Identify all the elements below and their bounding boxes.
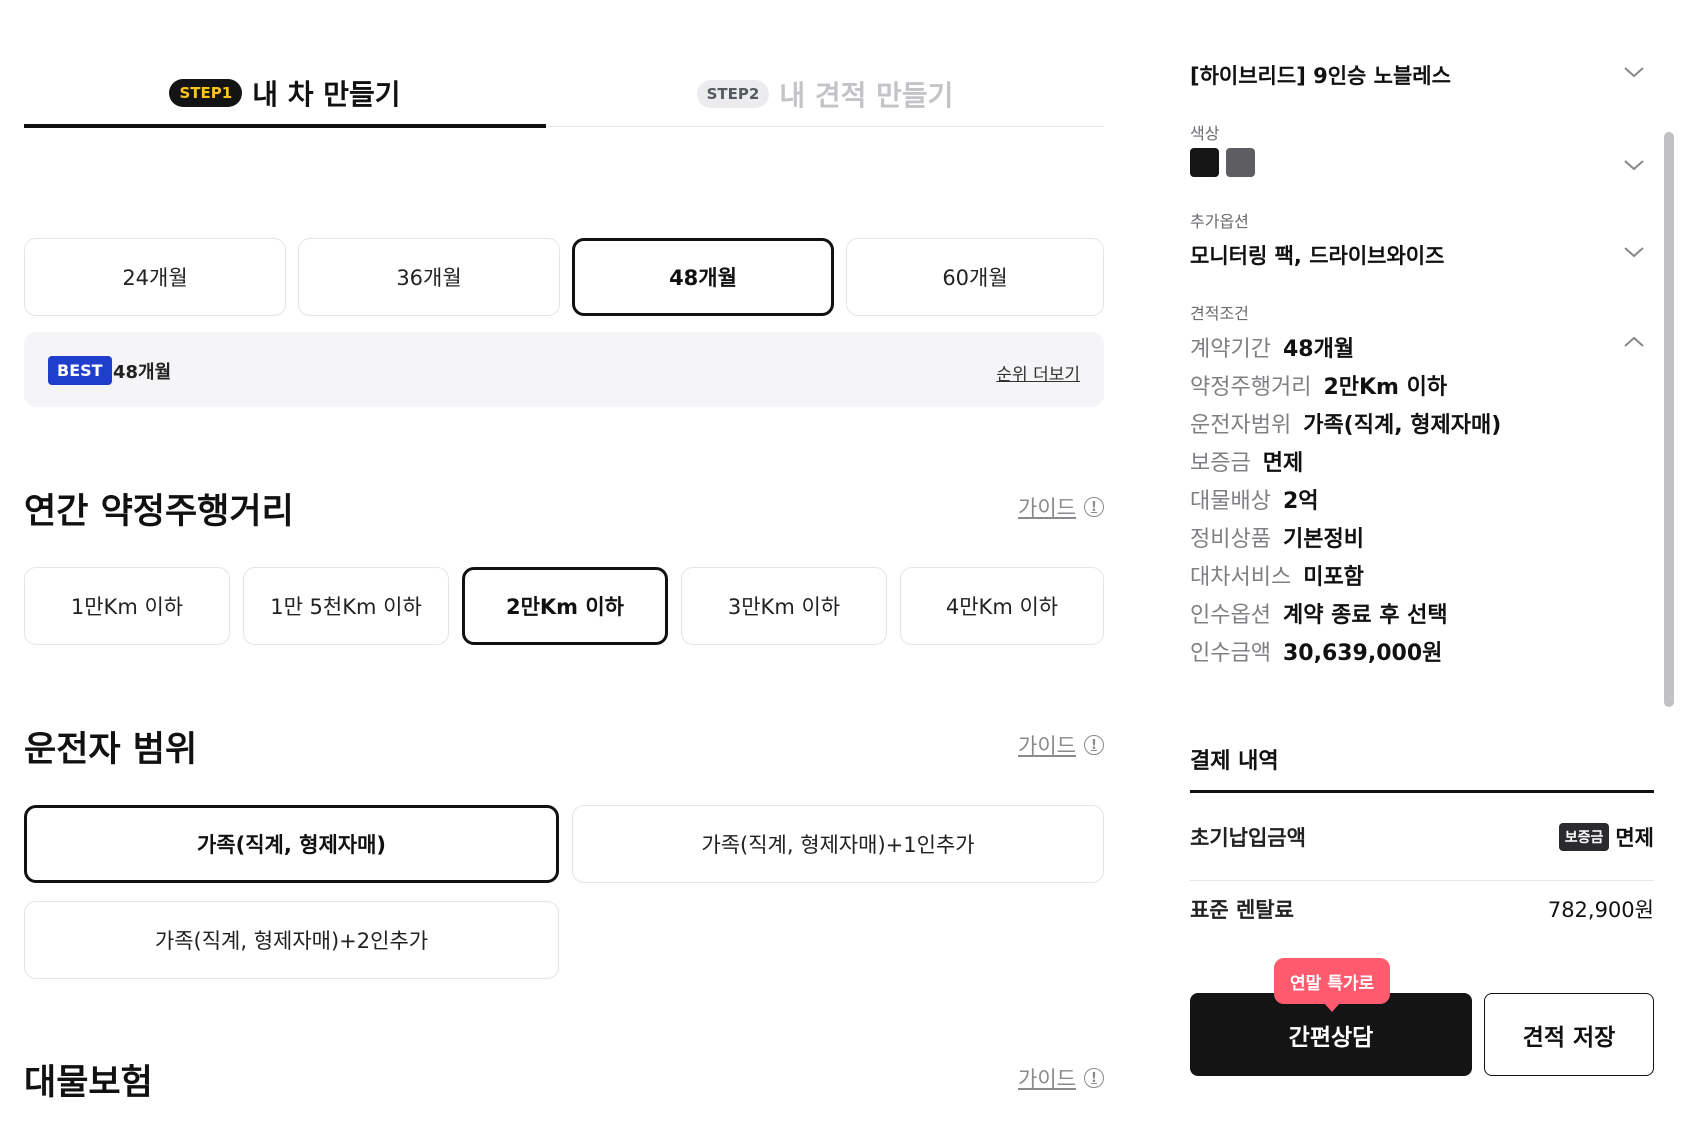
condition-row: 대물배상 2억: [1190, 489, 1319, 514]
condition-row: 정비상품 기본정비: [1190, 527, 1364, 552]
color-label: 색상: [1190, 124, 1220, 143]
chevron-down-icon[interactable]: [1622, 240, 1646, 264]
driver-range-title: 운전자 범위: [24, 730, 198, 770]
rental-fee-row: 표준 렌탈료 782,900원: [1190, 894, 1654, 924]
mileage-guide-label: 가이드: [1018, 496, 1076, 520]
mileage-option-40k[interactable]: 4만Km 이하: [900, 567, 1104, 645]
mileage-option-20k[interactable]: 2만Km 이하: [462, 567, 668, 645]
chevron-down-icon[interactable]: [1622, 60, 1646, 84]
info-icon: !: [1084, 497, 1104, 517]
deposit-badge: 보증금: [1558, 823, 1610, 851]
step-tabs: STEP1 내 차 만들기 STEP2 내 견적 만들기: [24, 62, 1104, 128]
option-value: 모니터링 팩, 드라이브와이즈: [1190, 244, 1445, 268]
rental-fee-value: 782,900원: [1547, 898, 1654, 922]
driver-option-family-plus1[interactable]: 가족(직계, 형제자매)+1인추가: [572, 805, 1104, 883]
condition-row: 인수옵션 계약 종료 후 선택: [1190, 603, 1448, 628]
save-quote-button[interactable]: 견적 저장: [1484, 993, 1654, 1076]
condition-row: 보증금 면제: [1190, 451, 1304, 476]
conditions-label: 견적조건: [1190, 304, 1249, 323]
property-insurance-title: 대물보험: [24, 1063, 153, 1103]
step2-badge: STEP2: [696, 80, 770, 108]
chevron-up-icon[interactable]: [1622, 330, 1646, 354]
period-option-60[interactable]: 60개월: [846, 238, 1104, 316]
info-icon: !: [1084, 1068, 1104, 1088]
driver-option-family-plus2[interactable]: 가족(직계, 형제자매)+2인추가: [24, 901, 559, 979]
trim-value: [하이브리드] 9인승 노블레스: [1190, 64, 1451, 88]
mileage-guide-link[interactable]: 가이드 !: [1018, 492, 1104, 522]
condition-row: 약정주행거리 2만Km 이하: [1190, 375, 1448, 400]
step1-title: 내 차 만들기: [252, 78, 401, 111]
initial-payment-label: 초기납입금액: [1190, 826, 1306, 850]
chevron-down-icon[interactable]: [1622, 153, 1646, 177]
promo-tooltip: 연말 특가로: [1274, 958, 1391, 1012]
mileage-title: 연간 약정주행거리: [24, 492, 294, 532]
property-insurance-guide-label: 가이드: [1018, 1067, 1076, 1091]
mileage-option-30k[interactable]: 3만Km 이하: [681, 567, 887, 645]
step1-badge: STEP1: [169, 79, 243, 107]
tab-step1[interactable]: STEP1 내 차 만들기: [24, 62, 546, 128]
best-value: 48개월: [113, 362, 172, 383]
driver-range-guide-link[interactable]: 가이드 !: [1018, 730, 1104, 760]
quote-summary-panel: [하이브리드] 9인승 노블레스 색상 추가옵션 모니터링 팩, 드라이브와이즈…: [1190, 0, 1654, 1126]
driver-range-guide-label: 가이드: [1018, 734, 1076, 758]
tab-step2[interactable]: STEP2 내 견적 만들기: [546, 62, 1104, 127]
best-ranking-bar: BEST 48개월 순위 더보기: [24, 332, 1104, 407]
quote-builder: STEP1 내 차 만들기 STEP2 내 견적 만들기 24개월 36개월 4…: [24, 0, 1104, 1126]
condition-row: 운전자범위 가족(직계, 형제자매): [1190, 413, 1502, 438]
driver-option-family[interactable]: 가족(직계, 형제자매): [24, 805, 559, 883]
property-insurance-guide-link[interactable]: 가이드 !: [1018, 1063, 1104, 1093]
initial-payment-row: 초기납입금액 보증금 면제: [1190, 822, 1654, 852]
period-option-24[interactable]: 24개월: [24, 238, 286, 316]
initial-payment-value: 면제: [1615, 826, 1654, 850]
condition-row: 계약기간 48개월: [1190, 337, 1355, 362]
info-icon: !: [1084, 735, 1104, 755]
color-swatch-gray: [1226, 148, 1255, 177]
payment-divider: [1190, 790, 1654, 793]
period-option-36[interactable]: 36개월: [298, 238, 560, 316]
ranking-more-link[interactable]: 순위 더보기: [996, 360, 1080, 385]
row-divider: [1190, 880, 1654, 881]
best-badge: BEST: [48, 356, 112, 385]
period-option-48[interactable]: 48개월: [572, 238, 834, 316]
payment-title: 결제 내역: [1190, 749, 1279, 774]
mileage-option-15k[interactable]: 1만 5천Km 이하: [243, 567, 449, 645]
color-swatch-black: [1190, 148, 1219, 177]
mileage-option-10k[interactable]: 1만Km 이하: [24, 567, 230, 645]
condition-row: 인수금액 30,639,000원: [1190, 641, 1443, 666]
step2-title: 내 견적 만들기: [779, 79, 954, 112]
option-label: 추가옵션: [1190, 212, 1249, 231]
condition-row: 대차서비스 미포함: [1190, 565, 1364, 590]
scrollbar[interactable]: [1664, 132, 1674, 707]
rental-fee-label: 표준 렌탈료: [1190, 898, 1294, 922]
